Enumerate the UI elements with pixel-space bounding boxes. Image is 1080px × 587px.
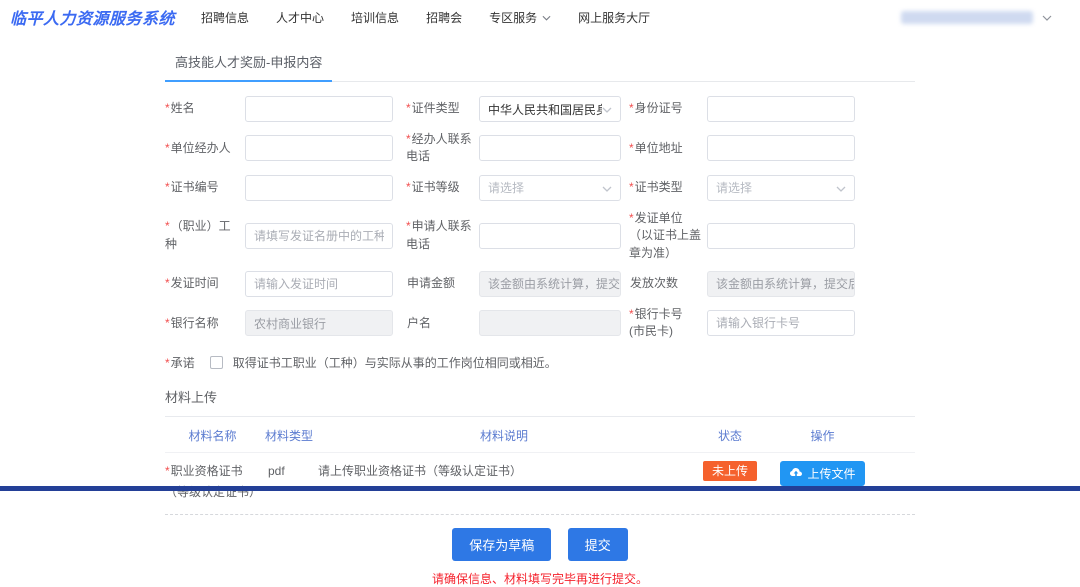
unit-agent-input[interactable] xyxy=(245,135,393,161)
cert-number-input[interactable] xyxy=(245,175,393,201)
field-label-id-type: *证件类型 xyxy=(393,100,479,117)
nav-item-job-fair[interactable]: 招聘会 xyxy=(426,9,462,26)
cloud-upload-icon xyxy=(789,466,803,481)
unit-address-input[interactable] xyxy=(707,135,855,161)
field-label-issuing-unit: *发证单位（以证书上盖章为准） xyxy=(621,210,707,262)
chevron-down-icon xyxy=(602,102,612,116)
field-label-unit-address: *单位地址 xyxy=(621,140,707,157)
status-badge: 未上传 xyxy=(703,461,757,481)
field-label-bank-name: *银行名称 xyxy=(165,315,245,332)
col-header-action: 操作 xyxy=(770,427,875,444)
chevron-down-icon xyxy=(836,181,846,195)
user-menu[interactable] xyxy=(901,8,1052,26)
field-label-agent-phone: *经办人联系电话 xyxy=(393,131,479,166)
pledge-row: *承诺 取得证书工职业（工种）与实际从事的工作岗位相同或相近。 xyxy=(165,354,915,371)
pledge-label: *承诺 xyxy=(165,354,195,371)
top-header: 临平人力资源服务系统 招聘信息 人才中心 培训信息 招聘会 专区服务 网上服务大… xyxy=(0,0,1080,34)
field-label-cert-number: *证书编号 xyxy=(165,179,245,196)
materials-title: 材料上传 xyxy=(165,387,915,417)
issue-date-input[interactable] xyxy=(245,271,393,297)
col-header-material-description: 材料说明 xyxy=(318,427,690,444)
footer-bar xyxy=(0,486,1080,491)
upload-file-button[interactable]: 上传文件 xyxy=(780,461,864,486)
id-type-select[interactable]: 中华人民共和国居民身份证 xyxy=(479,96,621,122)
chevron-down-icon xyxy=(602,181,612,195)
main-nav: 招聘信息 人才中心 培训信息 招聘会 专区服务 网上服务大厅 xyxy=(201,9,650,26)
brand-logo[interactable]: 临平人力资源服务系统 xyxy=(10,5,175,29)
field-label-applicant-phone: *申请人联系电话 xyxy=(393,218,479,253)
main-content: 高技能人才奖励-申报内容 *姓名 *证件类型 中华人民共和国居民身份证 *身份证… xyxy=(165,46,915,587)
brand-title: 临平人力资源服务系统 xyxy=(10,11,175,28)
cert-level-select[interactable]: 请选择 xyxy=(479,175,621,201)
field-label-bank-card: *银行卡号 (市民卡) xyxy=(621,306,707,341)
field-label-unit-agent: *单位经办人 xyxy=(165,140,245,157)
material-row: *职业资格证书（等级认定证书） pdf 请上传职业资格证书（等级认定证书） 未上… xyxy=(165,453,915,515)
application-form: *姓名 *证件类型 中华人民共和国居民身份证 *身份证号 *单位经办人 *经办人… xyxy=(165,96,915,341)
issuing-unit-input[interactable] xyxy=(707,223,855,249)
form-actions: 保存为草稿 提交 xyxy=(165,528,915,561)
occupation-input[interactable] xyxy=(245,223,393,249)
materials-table-header: 材料名称 材料类型 材料说明 状态 操作 xyxy=(165,417,915,453)
submit-note: 请确保信息、材料填写完毕再进行提交。 xyxy=(165,570,915,587)
field-label-account-name: 户名 xyxy=(393,315,479,332)
field-label-id-number: *身份证号 xyxy=(621,100,707,117)
apply-amount-display: 该金额由系统计算，提交后可查看 xyxy=(479,271,621,297)
field-label-apply-amount: 申请金额 xyxy=(393,275,479,292)
nav-item-training-info[interactable]: 培训信息 xyxy=(351,9,399,26)
chevron-down-icon xyxy=(542,10,551,24)
agent-phone-input[interactable] xyxy=(479,135,621,161)
col-header-status: 状态 xyxy=(690,427,770,444)
field-label-cert-type: *证书类型 xyxy=(621,179,707,196)
field-label-name: *姓名 xyxy=(165,100,245,117)
nav-item-zone-services[interactable]: 专区服务 xyxy=(489,9,551,26)
tab-bar: 高技能人才奖励-申报内容 xyxy=(165,46,915,82)
field-label-occupation: *（职业）工种 xyxy=(165,218,245,253)
material-name: *职业资格证书（等级认定证书） xyxy=(165,461,260,504)
field-label-issue-date: *发证时间 xyxy=(165,275,245,292)
chevron-down-icon xyxy=(1042,8,1052,26)
material-file-type: pdf xyxy=(260,461,318,483)
applicant-phone-input[interactable] xyxy=(479,223,621,249)
nav-item-talent-center[interactable]: 人才中心 xyxy=(276,9,324,26)
col-header-material-name: 材料名称 xyxy=(165,427,260,444)
pledge-text: 取得证书工职业（工种）与实际从事的工作岗位相同或相近。 xyxy=(233,354,557,371)
material-description: 请上传职业资格证书（等级认定证书） xyxy=(318,461,690,483)
tab-application-content[interactable]: 高技能人才奖励-申报内容 xyxy=(165,46,332,82)
field-label-cert-level: *证书等级 xyxy=(393,179,479,196)
account-name-display xyxy=(479,310,621,336)
col-header-material-type: 材料类型 xyxy=(260,427,318,444)
nav-item-recruit-info[interactable]: 招聘信息 xyxy=(201,9,249,26)
bank-name-display: 农村商业银行 xyxy=(245,310,393,336)
nav-item-online-service-hall[interactable]: 网上服务大厅 xyxy=(578,9,650,26)
field-label-grant-times: 发放次数 xyxy=(621,275,707,292)
id-number-input[interactable] xyxy=(707,96,855,122)
submit-button[interactable]: 提交 xyxy=(568,528,628,561)
user-name-redacted xyxy=(901,11,1033,24)
cert-type-select[interactable]: 请选择 xyxy=(707,175,855,201)
bank-card-input[interactable] xyxy=(707,310,855,336)
materials-section: 材料上传 材料名称 材料类型 材料说明 状态 操作 *职业资格证书（等级认定证书… xyxy=(165,387,915,515)
name-input[interactable] xyxy=(245,96,393,122)
pledge-checkbox[interactable] xyxy=(210,356,223,369)
grant-times-display: 该金额由系统计算，提交后可查看 xyxy=(707,271,855,297)
save-draft-button[interactable]: 保存为草稿 xyxy=(452,528,551,561)
